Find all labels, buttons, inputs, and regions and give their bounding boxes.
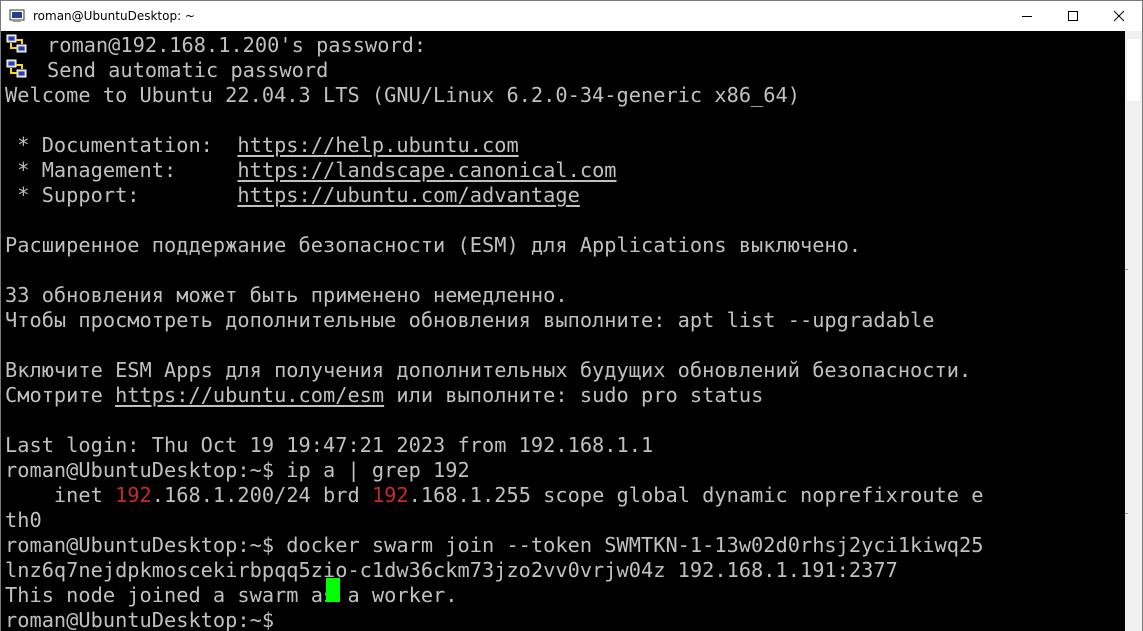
link-label: * Documentation: [5, 133, 238, 157]
link-url[interactable]: https://ubuntu.com/esm [115, 383, 384, 407]
minimize-icon [1022, 16, 1032, 17]
putty-window: roman@UbuntuDesktop: ~ roman@192.168.1.2… [0, 0, 1143, 631]
terminal-line: Смотрите https://ubuntu.com/esm или выпо… [5, 383, 763, 408]
text-segment: inet [5, 483, 116, 507]
terminal-line: Расширенное поддержание безопасности (ES… [5, 233, 862, 257]
putty-key-icon [6, 33, 28, 55]
text-segment: или выполните: sudo pro status [384, 383, 764, 407]
terminal-link-line: * Management: https://landscape.canonica… [5, 158, 617, 183]
terminal-line: inet 192.168.1.200/24 brd 192.168.1.255 … [5, 483, 984, 508]
window-title: roman@UbuntuDesktop: ~ [33, 9, 195, 23]
vertical-scrollbar[interactable] [1125, 31, 1142, 631]
terminal-line: roman@192.168.1.200's password: [47, 33, 427, 57]
terminal-line: Welcome to Ubuntu 22.04.3 LTS (GNU/Linux… [5, 83, 800, 107]
close-icon [1113, 10, 1125, 22]
terminal-link-line: * Support: https://ubuntu.com/advantage [5, 183, 580, 208]
prompt-line[interactable]: roman@UbuntuDesktop:~$ [5, 608, 286, 631]
command-line: roman@UbuntuDesktop:~$ ip a | grep 192 [5, 458, 470, 482]
terminal-link-line: * Documentation: https://help.ubuntu.com [5, 133, 519, 158]
terminal-line: Last login: Thu Oct 19 19:47:21 2023 fro… [5, 433, 654, 457]
minimize-button[interactable] [1004, 1, 1050, 31]
maximize-button[interactable] [1050, 1, 1096, 31]
putty-terminal-icon[interactable] [9, 9, 25, 23]
grep-match: 192 [115, 483, 152, 507]
link-label: * Management: [5, 158, 238, 182]
command-line: roman@UbuntuDesktop:~$ docker swarm join… [5, 533, 984, 557]
terminal-line: This node joined a swarm as a worker. [5, 583, 458, 607]
maximize-icon [1068, 11, 1078, 21]
link-label: * Support: [5, 183, 238, 207]
terminal-line: Send automatic password [47, 58, 329, 82]
scrollbar-tick [1125, 269, 1128, 270]
putty-key-icon [6, 58, 28, 80]
scrollbar-tick [1125, 513, 1128, 514]
terminal-line: Чтобы просмотреть дополнительные обновле… [5, 308, 935, 332]
text-segment: .168.1.255 scope global dynamic noprefix… [408, 483, 984, 507]
grep-match: 192 [371, 483, 409, 507]
title-bar[interactable]: roman@UbuntuDesktop: ~ [1, 1, 1142, 31]
terminal-area[interactable]: roman@192.168.1.200's password: Send aut… [1, 31, 1125, 631]
terminal-cursor [326, 578, 340, 602]
terminal-line: lnz6q7nejdpkmoscekirbpqq5zio-c1dw36ckm73… [5, 558, 898, 582]
text-segment: .168.1.200/24 brd [151, 483, 372, 507]
terminal-line: Включите ESM Apps для получения дополнит… [5, 358, 972, 382]
link-url[interactable]: https://ubuntu.com/advantage [237, 183, 579, 207]
scrollbar-thumb[interactable] [1127, 39, 1140, 101]
link-url[interactable]: https://landscape.canonical.com [237, 158, 616, 182]
terminal-line: 33 обновления может быть применено немед… [5, 283, 568, 307]
text-segment: Смотрите [5, 383, 116, 407]
close-button[interactable] [1096, 1, 1142, 31]
terminal-line: th0 [5, 508, 42, 532]
link-url[interactable]: https://help.ubuntu.com [237, 133, 518, 157]
